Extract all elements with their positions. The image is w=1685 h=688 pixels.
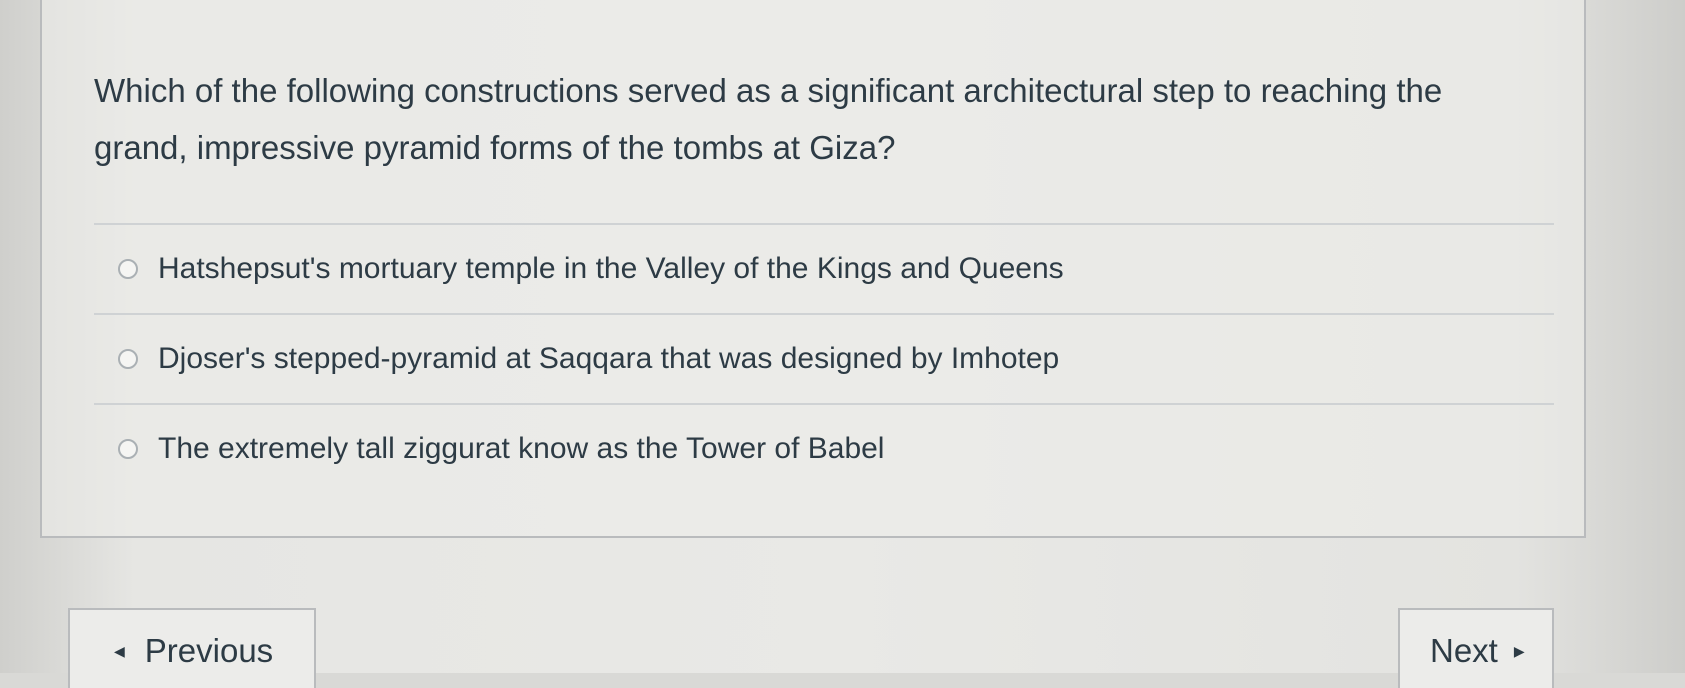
next-button[interactable]: Next ▶ — [1398, 608, 1554, 688]
next-label: Next — [1430, 632, 1498, 669]
answer-label[interactable]: The extremely tall ziggurat know as the … — [158, 432, 884, 466]
answer-label[interactable]: Hatshepsut's mortuary temple in the Vall… — [158, 252, 1064, 286]
question-card: Which of the following constructions ser… — [40, 0, 1586, 538]
question-text: Which of the following constructions ser… — [94, 72, 1443, 166]
quiz-page: Which of the following constructions ser… — [0, 0, 1685, 688]
answer-option-3[interactable]: The extremely tall ziggurat know as the … — [94, 405, 1554, 493]
radio-button[interactable] — [118, 439, 138, 459]
answer-list: Hatshepsut's mortuary temple in the Vall… — [94, 223, 1554, 493]
answer-label[interactable]: Djoser's stepped-pyramid at Saqqara that… — [158, 342, 1059, 376]
radio-button[interactable] — [118, 349, 138, 369]
answer-option-2[interactable]: Djoser's stepped-pyramid at Saqqara that… — [94, 315, 1554, 403]
previous-button[interactable]: ◀ Previous — [68, 608, 316, 688]
radio-button[interactable] — [118, 259, 138, 279]
answer-option-1[interactable]: Hatshepsut's mortuary temple in the Vall… — [94, 225, 1554, 313]
previous-label: Previous — [144, 632, 274, 669]
caret-left-icon: ◀ — [114, 643, 125, 659]
caret-right-icon: ▶ — [1513, 643, 1525, 659]
